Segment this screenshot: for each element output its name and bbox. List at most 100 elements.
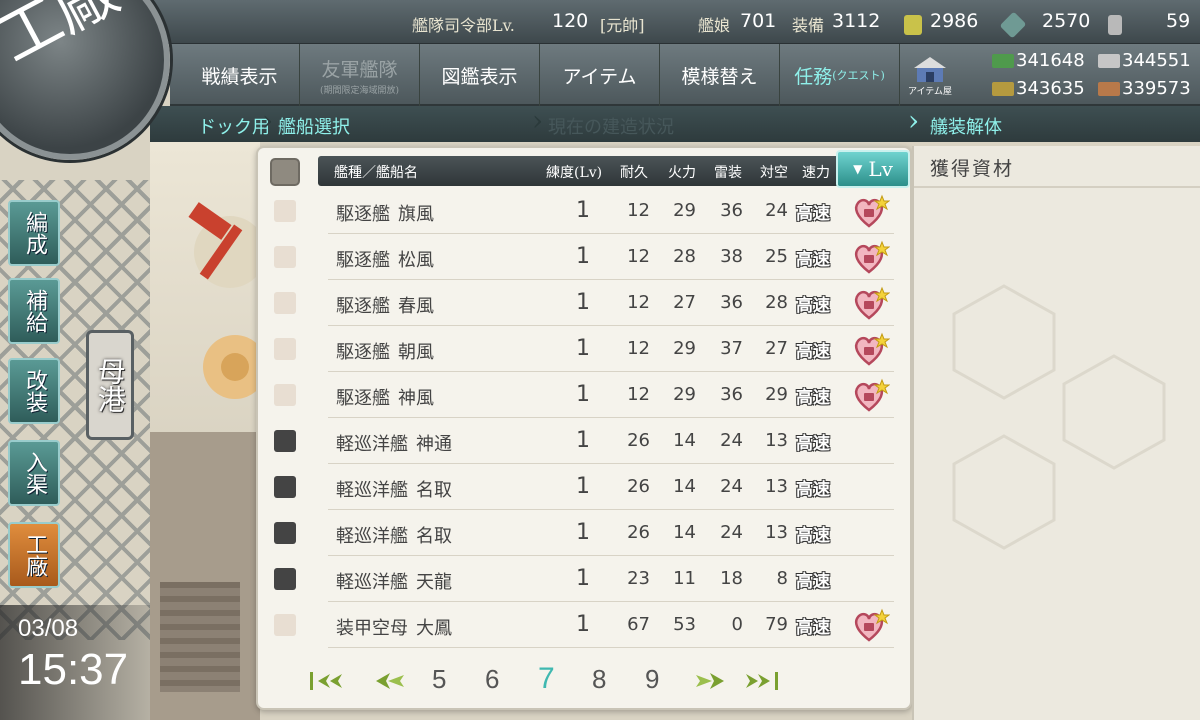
rank-label: [元帥] (600, 16, 645, 35)
nav-supply[interactable]: 補給 (8, 278, 60, 344)
ship-firepower: 29 (673, 384, 696, 405)
row-checkbox[interactable] (274, 476, 296, 498)
ship-speed: 高速 (796, 572, 830, 592)
screw-icon (1108, 15, 1122, 35)
item-shop-button[interactable]: アイテム屋 (900, 44, 960, 106)
prev-page-icon[interactable] (372, 670, 408, 692)
row-checkbox[interactable] (274, 522, 296, 544)
table-row[interactable]: 軽巡洋艦 天龍 1 23 11 18 8 高速 (258, 556, 894, 602)
ship-anti-air: 79 (765, 614, 788, 635)
menu-suffix: (クエスト) (832, 69, 885, 82)
ship-name: 天龍 (416, 572, 452, 593)
top-status-bar: 艦隊司令部Lv. 120 [元帥] 艦娘 701 装備 3112 2986 25… (0, 0, 1200, 44)
ship-name: 朝風 (398, 342, 434, 363)
table-row[interactable]: 軽巡洋艦 名取 1 26 14 24 13 高速 (258, 510, 894, 556)
page-6[interactable]: 6 (485, 664, 499, 695)
menu-items[interactable]: アイテム (540, 44, 660, 106)
header-firepower: 火力 (668, 165, 696, 181)
select-all-checkbox[interactable] (270, 158, 300, 186)
ship-hp: 67 (627, 614, 650, 635)
ship-level: 1 (576, 474, 590, 499)
ship-speed: 高速 (796, 204, 830, 224)
sort-level-button[interactable]: ▼ Lv (836, 150, 910, 188)
bucket-count: 2986 (930, 10, 979, 32)
menu-friend-fleet[interactable]: 友軍艦隊 (期間限定海域開放) (300, 44, 420, 106)
hammer-gear-icon (188, 202, 260, 288)
header-level: 練度(Lv) (546, 165, 603, 181)
row-checkbox[interactable] (274, 338, 296, 360)
ship-hp: 26 (627, 430, 650, 451)
steel-count: 344551 (1122, 50, 1191, 71)
first-page-icon[interactable] (308, 670, 344, 692)
row-checkbox[interactable] (274, 246, 296, 268)
ship-speed: 高速 (796, 342, 830, 362)
row-checkbox[interactable] (274, 292, 296, 314)
last-page-icon[interactable] (744, 670, 780, 692)
crumb-dock[interactable]: ドック用 (198, 113, 270, 139)
row-checkbox[interactable] (274, 568, 296, 590)
heart-lock-icon[interactable] (852, 332, 890, 368)
ship-speed: 高速 (796, 480, 830, 500)
nav-remodel[interactable]: 改装 (8, 358, 60, 424)
menu-encyclopedia[interactable]: 図鑑表示 (420, 44, 540, 106)
row-checkbox[interactable] (274, 384, 296, 406)
menu-furniture[interactable]: 模様替え (660, 44, 780, 106)
heart-lock-icon[interactable] (852, 608, 890, 644)
ship-firepower: 27 (673, 292, 696, 313)
page-5[interactable]: 5 (432, 664, 446, 695)
heart-lock-icon[interactable] (852, 378, 890, 414)
nav-label: 補給 (22, 289, 47, 333)
table-row[interactable]: 装甲空母 大鳳 1 67 53 0 79 高速 (258, 602, 894, 648)
ship-level: 1 (576, 198, 590, 223)
page-8[interactable]: 8 (592, 664, 606, 695)
table-row[interactable]: 駆逐艦 松風 1 12 28 38 25 高速 (258, 234, 894, 280)
nav-arsenal[interactable]: 工廠 (8, 522, 60, 588)
ship-level: 1 (576, 290, 590, 315)
menu-quests[interactable]: 任務 (クエスト) (780, 44, 900, 106)
table-row[interactable]: 軽巡洋艦 神通 1 26 14 24 13 高速 (258, 418, 894, 464)
page-9[interactable]: 9 (645, 664, 659, 695)
heart-lock-icon[interactable] (852, 240, 890, 276)
ship-torpedo: 24 (720, 522, 743, 543)
chevron-right-icon: › (532, 104, 544, 137)
nav-label: 改装 (22, 369, 47, 413)
next-page-icon[interactable] (692, 670, 728, 692)
ship-anti-air: 24 (765, 200, 788, 221)
ship-name: 旗風 (398, 204, 434, 225)
ship-list-panel: 艦種／艦船名 練度(Lv) 耐久 火力 雷装 対空 速力 ▼ Lv 駆逐艦 旗風 1… (256, 146, 912, 710)
table-row[interactable]: 駆逐艦 朝風 1 12 29 37 27 高速 (258, 326, 894, 372)
table-row[interactable]: 軽巡洋艦 名取 1 26 14 24 13 高速 (258, 464, 894, 510)
ship-name: 春風 (398, 296, 434, 317)
ship-level: 1 (576, 612, 590, 637)
table-row[interactable]: 駆逐艦 旗風 1 12 29 36 24 高速 (258, 188, 894, 234)
row-checkbox[interactable] (274, 430, 296, 452)
row-checkbox[interactable] (274, 200, 296, 222)
heart-lock-icon[interactable] (852, 286, 890, 322)
ship-hp: 12 (627, 292, 650, 313)
ship-firepower: 11 (673, 568, 696, 589)
ship-type: 軽巡洋艦 (336, 526, 408, 547)
nav-repair[interactable]: 入渠 (8, 440, 60, 506)
steel-icon (1098, 54, 1120, 68)
ship-level: 1 (576, 428, 590, 453)
bauxite-count: 339573 (1122, 78, 1191, 99)
sort-down-icon: ▼ (853, 162, 863, 176)
table-header: 艦種／艦船名 練度(Lv) 耐久 火力 雷装 対空 速力 (318, 156, 898, 186)
ship-anti-air: 29 (765, 384, 788, 405)
nav-organize[interactable]: 編成 (8, 200, 60, 266)
ship-name: 名取 (416, 480, 452, 501)
clock: 03/08 15:37 (0, 605, 150, 720)
header-anti-air: 対空 (760, 165, 788, 181)
page-7-current[interactable]: 7 (538, 662, 555, 696)
chevron-right-icon: › (262, 104, 274, 137)
table-row[interactable]: 駆逐艦 神風 1 12 29 36 29 高速 (258, 372, 894, 418)
menu-battle-record[interactable]: 戦績表示 (180, 44, 300, 106)
port-button[interactable]: 母港 (86, 330, 134, 440)
background-wall (150, 432, 260, 720)
ship-level: 1 (576, 520, 590, 545)
ship-speed: 高速 (796, 388, 830, 408)
heart-lock-icon[interactable] (852, 194, 890, 230)
row-checkbox[interactable] (274, 614, 296, 636)
menu-label: 模様替え (681, 65, 758, 88)
table-row[interactable]: 駆逐艦 春風 1 12 27 36 28 高速 (258, 280, 894, 326)
